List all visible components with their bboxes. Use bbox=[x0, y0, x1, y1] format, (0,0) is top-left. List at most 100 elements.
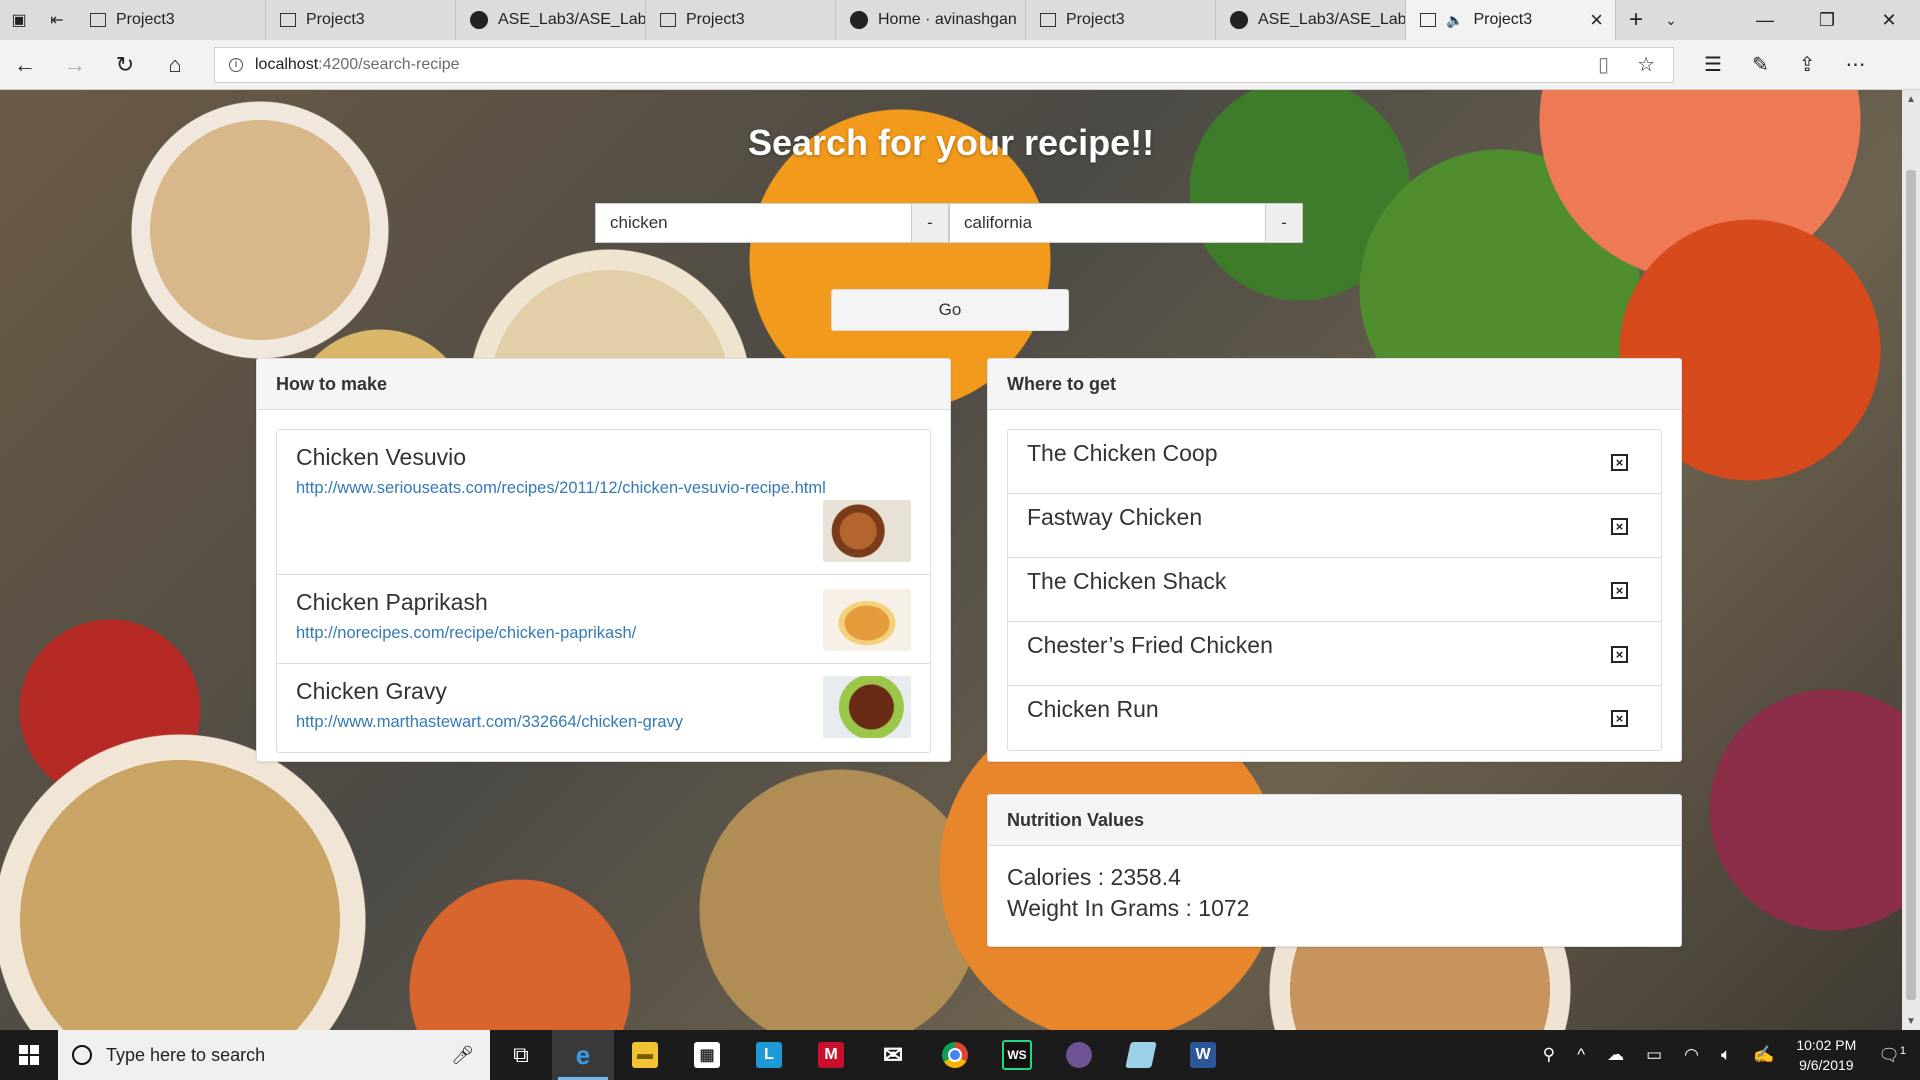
recipe-link[interactable]: http://www.marthastewart.com/332664/chic… bbox=[296, 713, 911, 732]
recipe-name: Chicken Paprikash bbox=[296, 589, 488, 615]
browser-tab[interactable]: Project3 bbox=[266, 0, 456, 40]
recipe-search-input[interactable] bbox=[595, 203, 911, 243]
github-icon bbox=[470, 11, 488, 29]
mcafee-icon[interactable]: M bbox=[800, 1030, 862, 1080]
browser-tab-active[interactable]: 🔈 Project3 × bbox=[1406, 0, 1616, 40]
where-to-get-panel: Where to get The Chicken Coop × Fastway … bbox=[987, 358, 1682, 762]
folder-logo: ▬ bbox=[632, 1042, 658, 1068]
browser-tab[interactable]: Project3 bbox=[646, 0, 836, 40]
clock[interactable]: 10:02 PM 9/6/2019 bbox=[1796, 1035, 1856, 1075]
browser-tab[interactable]: ASE_Lab3/ASE_Lab: bbox=[456, 0, 646, 40]
tab-label: Project3 bbox=[1473, 11, 1533, 28]
tab-label: Project3 bbox=[1066, 11, 1125, 28]
taskbar-apps: ⧉ e ▬ ▦ L M ✉ WS W bbox=[490, 1030, 1234, 1080]
search-row: - - bbox=[595, 203, 1303, 243]
window-controls: — ❐ ✕ bbox=[1734, 0, 1920, 40]
speaker-icon[interactable]: 🔈 bbox=[1446, 12, 1463, 29]
store-item: The Chicken Coop × bbox=[1008, 430, 1661, 494]
minimize-icon[interactable]: — bbox=[1734, 0, 1796, 40]
remove-store-icon[interactable]: × bbox=[1611, 710, 1628, 727]
edge-logo: e bbox=[575, 1039, 591, 1070]
back-icon[interactable]: ← bbox=[0, 40, 50, 90]
remove-store-icon[interactable]: × bbox=[1611, 518, 1628, 535]
scroll-down-icon[interactable]: ▼ bbox=[1902, 1012, 1920, 1030]
share-icon[interactable]: ⇪ bbox=[1799, 52, 1816, 77]
recipe-list: Chicken Vesuvio http://www.seriouseats.c… bbox=[276, 429, 931, 753]
notifications-icon[interactable]: 🗨︎1 bbox=[1878, 1045, 1906, 1066]
tab-label: ASE_Lab3/ASE_Lab: bbox=[498, 11, 646, 28]
remove-store-icon[interactable]: × bbox=[1611, 454, 1628, 471]
edge-browser-icon[interactable]: e bbox=[552, 1030, 614, 1080]
reading-view-icon[interactable]: ▯ bbox=[1598, 52, 1609, 77]
file-explorer-icon[interactable]: ▬ bbox=[614, 1030, 676, 1080]
panel-heading: How to make bbox=[257, 359, 950, 410]
close-tab-icon[interactable]: × bbox=[1590, 7, 1603, 33]
webstorm-icon[interactable]: WS bbox=[986, 1030, 1048, 1080]
recipe-input-addon: - bbox=[911, 203, 949, 243]
store-name: The Chicken Coop bbox=[1027, 440, 1218, 466]
word-icon[interactable]: W bbox=[1172, 1030, 1234, 1080]
envelope-logo: ✉ bbox=[882, 1041, 904, 1069]
store-icon[interactable]: ▦ bbox=[676, 1030, 738, 1080]
browser-tab[interactable]: Project3 bbox=[1026, 0, 1216, 40]
recipe-thumbnail bbox=[823, 500, 911, 562]
battery-icon[interactable]: ▭ bbox=[1646, 1045, 1662, 1065]
wifi-icon[interactable]: ◠ bbox=[1684, 1045, 1699, 1065]
info-icon[interactable]: i bbox=[229, 57, 243, 72]
remove-store-icon[interactable]: × bbox=[1611, 646, 1628, 663]
browser-tab[interactable]: Home · avinashgan bbox=[836, 0, 1026, 40]
store-list: The Chicken Coop × Fastway Chicken × The… bbox=[1007, 429, 1662, 751]
store-name: Chicken Run bbox=[1027, 696, 1159, 722]
address-bar-row: ← → ↻ ⌂ i localhost:4200/search-recipe ▯… bbox=[0, 40, 1920, 90]
favorites-icon[interactable]: ☰ bbox=[1704, 52, 1722, 77]
microphone-icon[interactable]: 🎤︎ bbox=[451, 1045, 474, 1066]
restore-icon[interactable]: ❐ bbox=[1796, 0, 1858, 40]
taskbar-search[interactable]: Type here to search 🎤︎ bbox=[58, 1030, 490, 1080]
chrome-icon[interactable] bbox=[924, 1030, 986, 1080]
pen-workspace-icon[interactable]: ✍ bbox=[1753, 1045, 1774, 1065]
github-desktop-icon[interactable] bbox=[1048, 1030, 1110, 1080]
people-icon[interactable]: ⚲ bbox=[1543, 1045, 1555, 1065]
location-search-input[interactable] bbox=[949, 203, 1265, 243]
forward-icon[interactable]: → bbox=[50, 40, 100, 90]
scrollbar-thumb[interactable] bbox=[1906, 170, 1916, 1000]
panel-heading: Nutrition Values bbox=[988, 795, 1681, 846]
recipe-item: Chicken Gravy http://www.marthastewart.c… bbox=[277, 664, 930, 752]
more-icon[interactable]: ⋯ bbox=[1845, 52, 1865, 77]
page-icon bbox=[90, 13, 106, 27]
new-tab-icon[interactable]: + bbox=[1616, 0, 1656, 40]
remove-store-icon[interactable]: × bbox=[1611, 582, 1628, 599]
tab-actions-icon[interactable]: ▣ bbox=[0, 0, 38, 40]
pen-icon[interactable]: ✎ bbox=[1752, 52, 1769, 77]
tab-label: Home · avinashgan bbox=[878, 11, 1017, 28]
page-background: Search for your recipe!! - - Go How to m… bbox=[0, 90, 1902, 1030]
go-button[interactable]: Go bbox=[831, 289, 1069, 331]
favorite-star-icon[interactable]: ☆ bbox=[1637, 52, 1655, 77]
notification-count: 1 bbox=[1899, 1044, 1906, 1057]
browser-tab[interactable]: ASE_Lab3/ASE_Lab: bbox=[1216, 0, 1406, 40]
chevron-down-icon[interactable]: ⌄ bbox=[1656, 0, 1686, 40]
start-button[interactable] bbox=[0, 1030, 58, 1080]
recipe-link[interactable]: http://norecipes.com/recipe/chicken-papr… bbox=[296, 624, 911, 643]
browser-tab[interactable]: Project3 bbox=[76, 0, 266, 40]
recipe-link[interactable]: http://www.seriouseats.com/recipes/2011/… bbox=[296, 479, 911, 498]
notes-app-icon[interactable] bbox=[1110, 1030, 1172, 1080]
onedrive-icon[interactable]: ☁ bbox=[1607, 1045, 1624, 1065]
url-field[interactable]: i localhost:4200/search-recipe ▯ ☆ bbox=[214, 46, 1674, 83]
task-view-icon[interactable]: ⧉ bbox=[490, 1030, 552, 1080]
ws-logo: WS bbox=[1002, 1040, 1032, 1070]
set-aside-tabs-icon[interactable]: ⇤ bbox=[38, 0, 76, 40]
volume-icon[interactable]: 🔈︎ bbox=[1721, 1045, 1731, 1065]
calories-value: Calories : 2358.4 bbox=[1007, 864, 1181, 890]
tab-label: Project3 bbox=[116, 11, 175, 28]
show-hidden-icons-icon[interactable]: ^ bbox=[1577, 1045, 1585, 1065]
how-to-make-panel: How to make Chicken Vesuvio http://www.s… bbox=[256, 358, 951, 762]
close-window-icon[interactable]: ✕ bbox=[1858, 0, 1920, 40]
scroll-up-icon[interactable]: ▲ bbox=[1902, 90, 1920, 108]
mail-icon[interactable]: ✉ bbox=[862, 1030, 924, 1080]
taskbar-search-placeholder: Type here to search bbox=[106, 1044, 266, 1065]
refresh-icon[interactable]: ↻ bbox=[100, 40, 150, 90]
app-l-icon[interactable]: L bbox=[738, 1030, 800, 1080]
home-icon[interactable]: ⌂ bbox=[150, 40, 200, 90]
page-scrollbar[interactable]: ▲ ▼ bbox=[1902, 90, 1920, 1030]
